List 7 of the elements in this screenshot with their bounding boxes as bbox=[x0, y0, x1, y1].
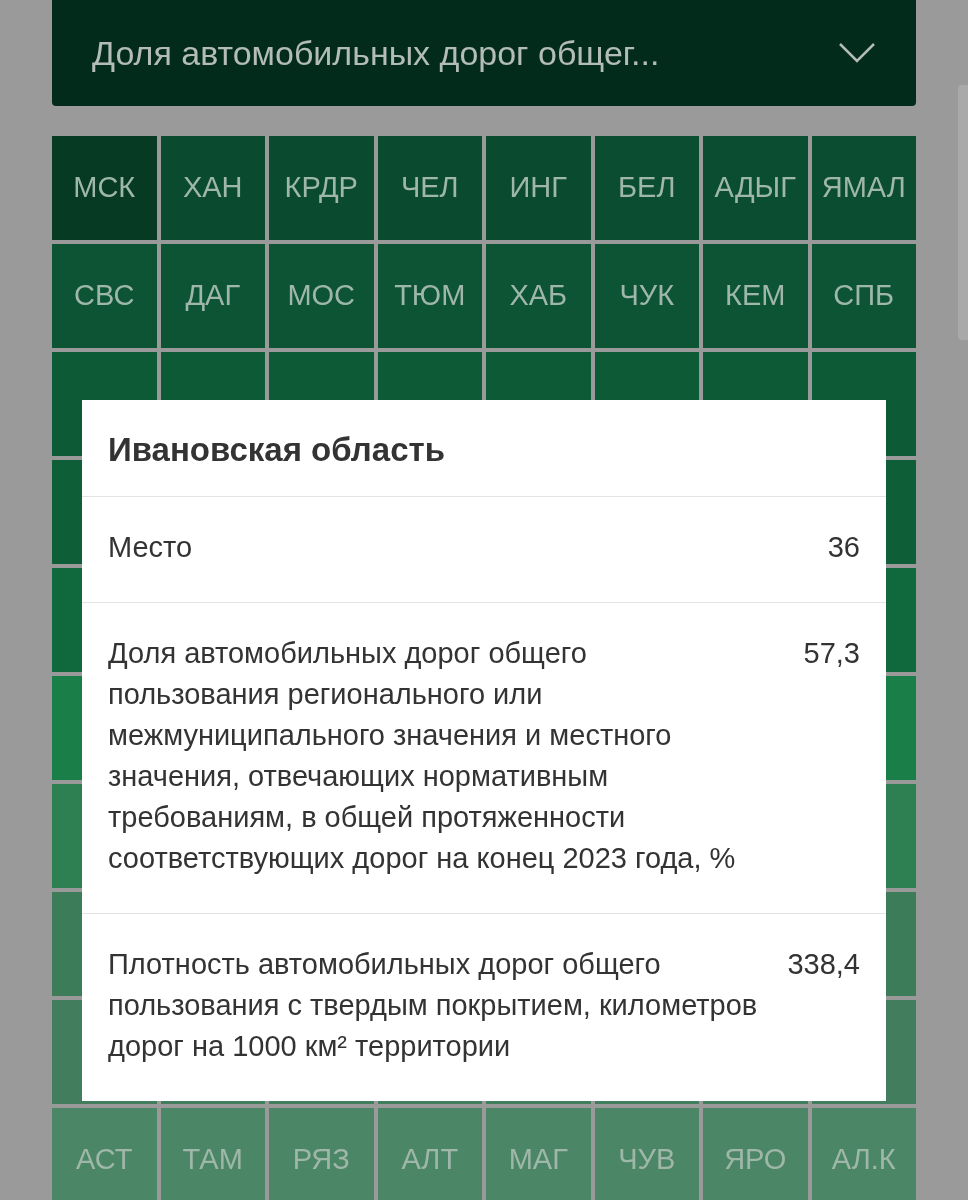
indicator-label: Доля автомобильных дорог общего пользования регионального или межмуниципального значения и местного значения, отвечающих нормативным требованиям, в общей протяженности соответствующих дорог на конец 2023 года, % bbox=[108, 635, 737, 876]
popup-title: Ивановская область bbox=[108, 430, 445, 470]
indicator-label: Место bbox=[108, 529, 193, 565]
indicator-value: 338,4 bbox=[787, 946, 860, 982]
indicator-label: Плотность автомобильных дорог общего пользования с твердым покрытием, километров дорог на 1000 км² территории bbox=[108, 946, 758, 1064]
indicator-value: 36 bbox=[827, 529, 860, 565]
indicator-value: 57,3 bbox=[803, 635, 860, 671]
